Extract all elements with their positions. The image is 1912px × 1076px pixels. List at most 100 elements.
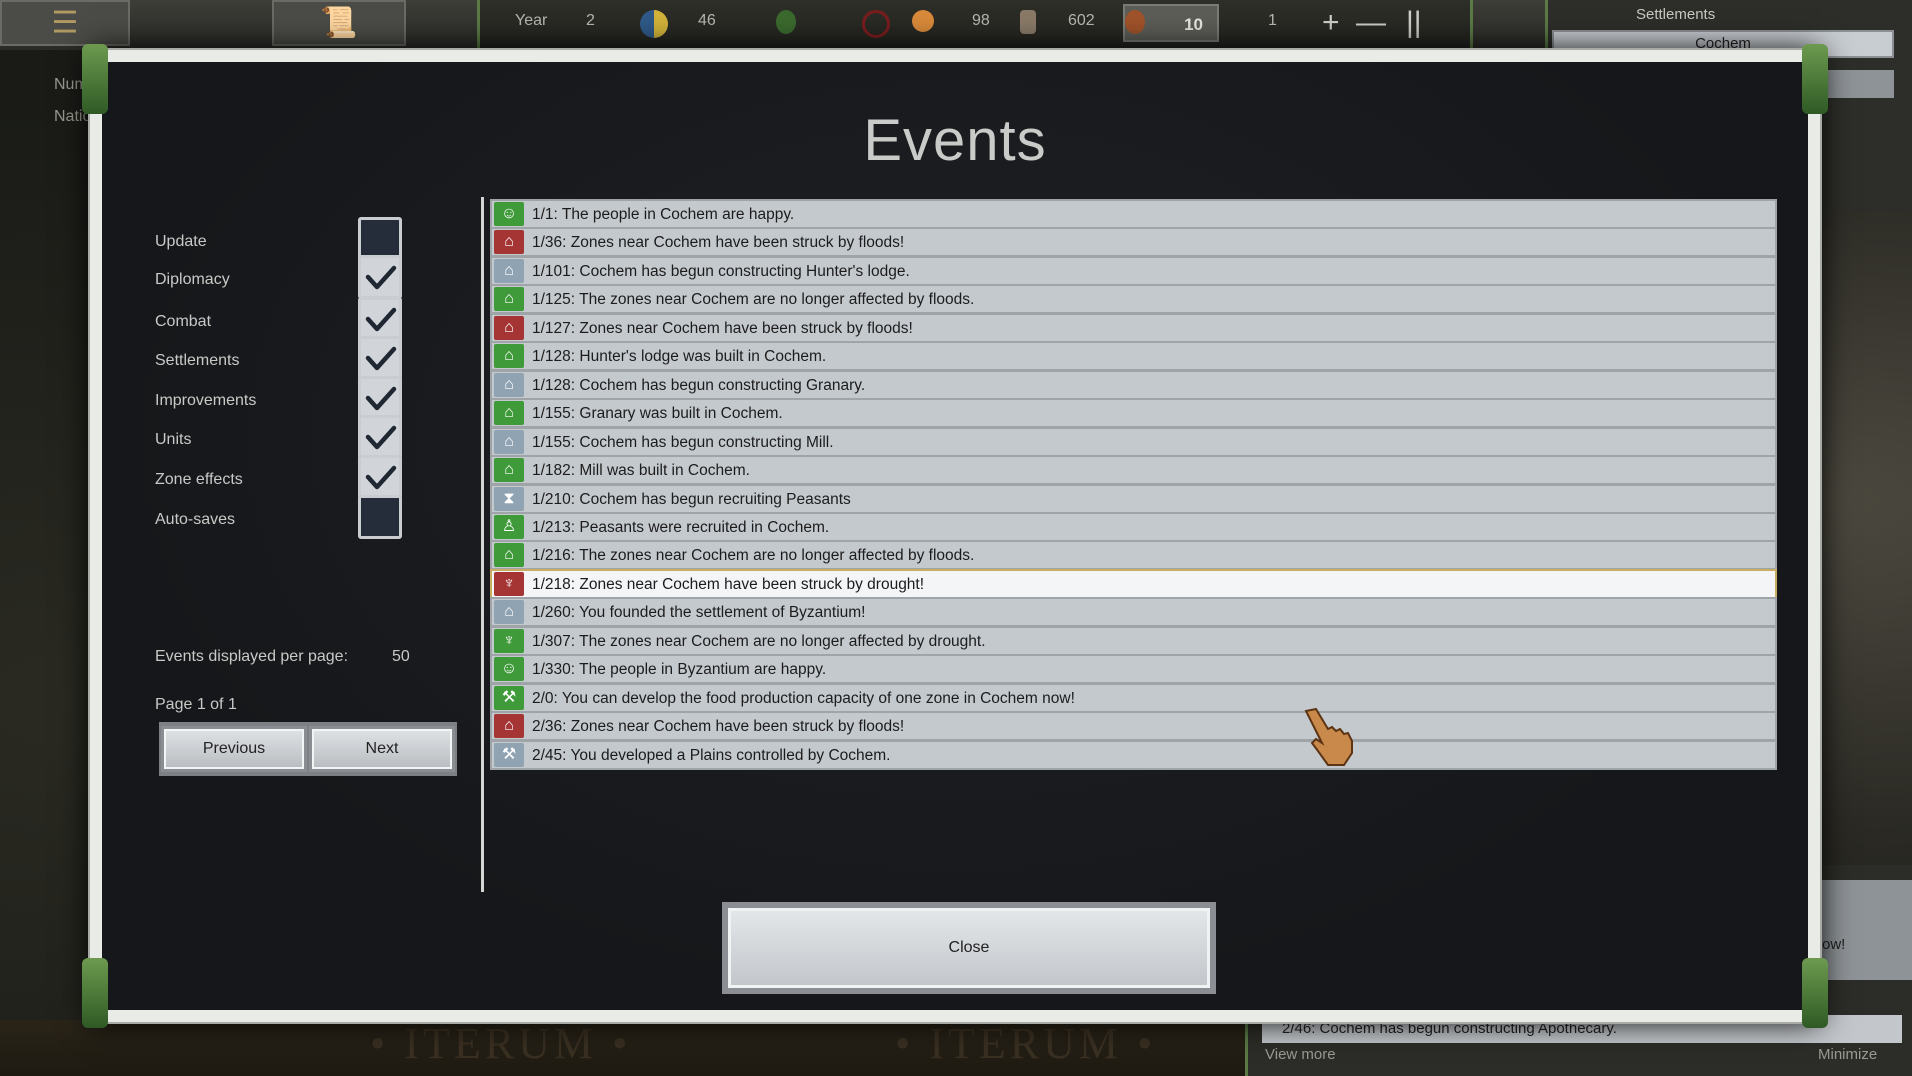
drought-icon: ♆	[494, 628, 524, 653]
filter-label: Auto-saves	[155, 511, 236, 528]
filter-label: Combat	[155, 313, 212, 330]
checkmark-icon	[365, 346, 397, 371]
vine-corner-decoration	[1802, 44, 1828, 114]
menu-button[interactable]: ☰	[0, 0, 130, 46]
hammer-icon: ⚒	[494, 742, 524, 767]
flood-icon: ⌂	[494, 543, 524, 568]
happy-face-icon: ☺	[494, 202, 524, 226]
event-row[interactable]: ⌂ 2/36: Zones near Cochem have been struc…	[490, 711, 1777, 742]
events-per-page-label: Events displayed per page:	[155, 648, 349, 665]
filter-checkbox-diplomacy[interactable]	[358, 255, 402, 299]
zoom-in-button[interactable]: +	[1322, 6, 1340, 40]
filter-label: Diplomacy	[155, 271, 230, 288]
recruit-hourglass-icon: ⧗	[494, 486, 524, 511]
flood-icon: ⌂	[494, 714, 524, 739]
checkmark-icon	[365, 465, 397, 490]
event-row[interactable]: ⌂ 1/155: Granary was built in Cochem.	[490, 398, 1777, 429]
event-row[interactable]: ⌂ 1/101: Cochem has begun constructing Hu…	[490, 255, 1777, 286]
checkmark-icon	[365, 425, 397, 450]
event-row[interactable]: ♆ 1/307: The zones near Cochem are no lon…	[490, 625, 1777, 656]
population-icon	[1020, 10, 1036, 34]
filter-checkbox-zone-effects[interactable]	[358, 455, 402, 499]
food-value: 46	[698, 12, 716, 29]
floor-engraving: • ITERUM •	[895, 1019, 1157, 1068]
event-row[interactable]: ⌂ 1/155: Cochem has begun constructing Mi…	[490, 426, 1777, 457]
event-row[interactable]: ♙ 1/213: Peasants were recruited in Coche…	[490, 511, 1777, 542]
dialog-title: Events	[863, 108, 1047, 173]
year-label: Year	[515, 12, 548, 29]
filter-checkbox-units[interactable]	[358, 415, 402, 459]
event-text: 1/330: The people in Byzantium are happy…	[532, 661, 827, 679]
close-button[interactable]: Close	[728, 908, 1210, 988]
filter-label: Update	[155, 233, 207, 250]
event-row[interactable]: ⌂ 1/128: Cochem has begun constructing Gr…	[490, 369, 1777, 400]
settlement-icon: ⌂	[494, 600, 524, 625]
event-text: 1/307: The zones near Cochem are no long…	[532, 632, 986, 650]
event-text: 2/36: Zones near Cochem have been struck…	[532, 718, 905, 736]
event-text: 1/128: Cochem has begun constructing Gra…	[532, 376, 866, 394]
vine-corner-decoration	[82, 44, 108, 114]
event-row[interactable]: ☺ 1/330: The people in Byzantium are happ…	[490, 654, 1777, 685]
scroll-icon: 📜	[320, 6, 358, 40]
drought-icon: ♆	[494, 571, 524, 596]
pause-button[interactable]: ||	[1406, 6, 1422, 40]
event-row[interactable]: ⚒ 2/0: You can develop the food productio…	[490, 682, 1777, 713]
event-text: 2/45: You developed a Plains controlled …	[532, 746, 891, 764]
minimize-link[interactable]: Minimize	[1818, 1046, 1877, 1063]
food-icon	[776, 10, 796, 34]
vine-corner-decoration	[82, 958, 108, 1028]
event-text: 1/155: Granary was built in Cochem.	[532, 405, 783, 423]
settlements-title: Settlements	[1636, 6, 1716, 23]
event-row[interactable]: ⌂ 1/216: The zones near Cochem are no lon…	[490, 540, 1777, 571]
zoom-out-button[interactable]: —	[1356, 6, 1386, 40]
units-value: 1	[1268, 12, 1277, 29]
event-text: 1/218: Zones near Cochem have been struc…	[532, 575, 925, 593]
events-per-page-value[interactable]: 50	[392, 648, 410, 666]
scroll-button[interactable]: 📜	[272, 0, 406, 46]
event-row[interactable]: ♆ 1/218: Zones near Cochem have been stru…	[490, 568, 1777, 599]
construction-icon: ⌂	[494, 429, 524, 454]
season-icon	[640, 10, 668, 38]
checkmark-icon	[365, 265, 397, 290]
hammer-icon: ⚒	[494, 685, 524, 710]
filter-label: Units	[155, 431, 192, 448]
event-text: 2/0: You can develop the food production…	[532, 689, 1075, 707]
filter-checkbox-settlements[interactable]	[358, 336, 402, 380]
event-text: 1/128: Hunter's lodge was built in Coche…	[532, 348, 827, 366]
event-row[interactable]: ⌂ 1/128: Hunter's lodge was built in Coch…	[490, 341, 1777, 372]
gold-value: 10	[1184, 15, 1203, 34]
list-divider	[481, 197, 484, 892]
population-value: 602	[1068, 12, 1095, 29]
flood-icon: ⌂	[494, 230, 524, 255]
event-row[interactable]: ⌂ 1/36: Zones near Cochem have been struc…	[490, 227, 1777, 258]
filter-checkbox-improvements[interactable]	[358, 376, 402, 420]
event-text: 1/182: Mill was built in Cochem.	[532, 462, 750, 480]
event-row[interactable]: ⌂ 1/260: You founded the settlement of By…	[490, 597, 1777, 628]
checkmark-icon	[365, 386, 397, 411]
filter-label: Zone effects	[155, 471, 243, 488]
close-button-frame: Close	[722, 902, 1216, 994]
event-log-strip	[1820, 880, 1912, 980]
laurel-icon	[862, 10, 890, 38]
construction-icon: ⌂	[494, 372, 524, 397]
view-more-link[interactable]: View more	[1265, 1046, 1336, 1063]
previous-button[interactable]: Previous	[161, 726, 307, 772]
event-row[interactable]: ⌂ 1/125: The zones near Cochem are no lon…	[490, 284, 1777, 315]
happiness-value: 98	[972, 12, 990, 29]
event-text: 1/101: Cochem has begun constructing Hun…	[532, 262, 910, 280]
event-text: 1/216: The zones near Cochem are no long…	[532, 547, 975, 565]
event-row[interactable]: ⚒ 2/45: You developed a Plains controlled…	[490, 739, 1777, 770]
filter-checkbox-auto-saves[interactable]	[358, 495, 402, 539]
event-row[interactable]: ☺ 1/1: The people in Cochem are happy.	[490, 199, 1777, 229]
event-row[interactable]: ⌂ 1/127: Zones near Cochem have been stru…	[490, 312, 1777, 343]
flood-icon: ⌂	[494, 315, 524, 340]
event-text: 1/155: Cochem has begun constructing Mil…	[532, 433, 834, 451]
filter-checkbox-combat[interactable]	[358, 297, 402, 341]
filter-label: Settlements	[155, 352, 240, 369]
event-row[interactable]: ⌂ 1/182: Mill was built in Cochem.	[490, 455, 1777, 486]
flood-icon: ⌂	[494, 287, 524, 312]
next-button[interactable]: Next	[309, 726, 455, 772]
floor-engraving: • ITERUM •	[370, 1019, 632, 1068]
event-row[interactable]: ⧗ 1/210: Cochem has begun recruiting Peas…	[490, 483, 1777, 514]
happy-face-icon: ☺	[494, 657, 524, 682]
